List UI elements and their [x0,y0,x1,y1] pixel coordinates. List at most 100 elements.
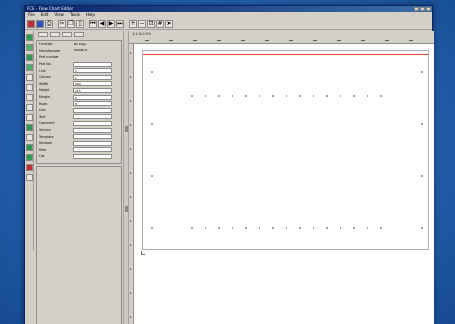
property-label: Comment [39,121,55,126]
ruler-tick [130,316,132,318]
save-button[interactable] [36,19,44,28]
property-row: Part No. [37,61,121,68]
paste-button[interactable]: ▯ [76,19,84,28]
tool-misc-icon[interactable] [25,174,33,181]
minimize-button[interactable] [414,7,419,11]
ruler-tick [130,148,132,150]
property-value-field[interactable]: No Page [73,42,112,47]
first-button[interactable]: ⏮ [89,19,97,28]
arrow-button[interactable]: ➤ [165,19,173,28]
ruler-tick [241,40,245,42]
tool-process-icon[interactable] [25,44,33,51]
copy-button[interactable]: ❐ [67,19,75,28]
toolbar-separator [125,20,128,28]
props-tab[interactable] [62,32,72,37]
property-value-field[interactable] [73,61,112,67]
tool-connector-icon[interactable] [25,74,33,81]
property-value-field[interactable] [73,147,112,153]
property-value-field[interactable] [73,107,112,113]
property-value-field[interactable] [73,127,112,133]
next-button[interactable]: ▶ [107,19,115,28]
fit-button[interactable]: ⊡ [147,19,155,28]
property-value-field[interactable] [73,140,112,146]
left-tool-palette [25,31,34,251]
zoom-out-icon: − [139,19,145,27]
property-value-field[interactable]: 1 [73,74,112,80]
prev-button[interactable]: ◀ [98,19,106,28]
tool-box-icon[interactable] [25,114,33,121]
tool-delete-icon[interactable] [25,164,33,171]
page-origin-marker [141,251,145,255]
horizontal-ruler [129,38,434,44]
ruler-tick [289,40,293,42]
grid-dot [272,227,274,229]
property-value-field[interactable]: 1 [73,68,112,74]
copy-icon: ❐ [68,19,74,27]
property-value-field[interactable]: 400 [73,81,112,87]
props-tab[interactable] [38,32,48,37]
tool-io-icon[interactable] [25,64,33,71]
property-label: Text [39,114,46,119]
tool-line-icon[interactable] [25,84,33,91]
grid-dot [231,95,233,97]
tool-decision-icon[interactable] [25,54,33,61]
tool-end-icon[interactable] [25,124,33,131]
maximize-button[interactable] [420,7,425,11]
zoom-out-button[interactable]: − [138,19,146,28]
property-row: Revision [37,140,121,147]
tool-sub-icon[interactable] [25,134,33,141]
grid-dot [312,227,314,229]
app-window: FCE - Flow Chart Editor File Edit View T… [24,5,434,324]
property-value-field[interactable] [73,153,112,159]
property-label: Cat [39,154,45,159]
property-row: Width 400 [37,81,121,88]
grid-button[interactable]: # [156,19,164,28]
property-row: Rows 8 [37,100,121,107]
last-button[interactable]: ⏭ [116,19,124,28]
ruler-tick [130,100,132,102]
grid-dot [380,227,382,229]
grid-dot [421,175,423,177]
grid-dot [191,95,193,97]
ruler-tick [130,124,132,126]
props-tab[interactable] [50,32,60,37]
property-value-field[interactable]: MODBUS [73,48,112,53]
splitter-grip[interactable] [125,126,128,132]
page-top-border [143,54,428,55]
ruler-tick [130,172,132,174]
property-value-field[interactable]: 0 [73,94,112,100]
cut-button[interactable]: ✂ [58,19,66,28]
property-label: Version [39,128,51,133]
props-tab[interactable] [74,32,84,37]
tool-store-icon[interactable] [25,154,33,161]
drawing-canvas[interactable]: 1:1 X:0 Y:0 [129,31,434,324]
ruler-tick [130,292,132,294]
drawing-page[interactable] [142,50,429,250]
open-button[interactable] [27,19,35,28]
close-button[interactable] [426,7,431,11]
grid-dot [191,227,193,229]
tool-start-icon[interactable] [25,34,33,41]
splitter-grip[interactable] [125,206,128,212]
ruler-tick [130,76,132,78]
property-value-field[interactable]: 8 [73,101,112,107]
zoom-in-button[interactable]: + [129,19,137,28]
grid-icon: # [157,19,163,27]
property-label: Rows [39,101,48,106]
property-value-field[interactable] [73,134,112,140]
tool-loop-icon[interactable] [25,104,33,111]
grid-dot [272,95,274,97]
grid-dot [151,71,153,73]
property-value-field[interactable] [73,120,112,126]
property-row: Manufacturer MODBUS [37,48,121,55]
property-value-field[interactable] [73,114,112,120]
property-value-field[interactable] [73,55,112,60]
property-value-field[interactable]: 215 [73,87,112,93]
grid-dot [218,227,220,229]
next-icon: ▶ [108,19,114,27]
print-button[interactable]: ⎙ [45,19,53,28]
tool-text-icon[interactable] [25,94,33,101]
tool-data-icon[interactable] [25,144,33,151]
grid-dot [353,95,355,97]
property-label: Width [39,81,49,86]
